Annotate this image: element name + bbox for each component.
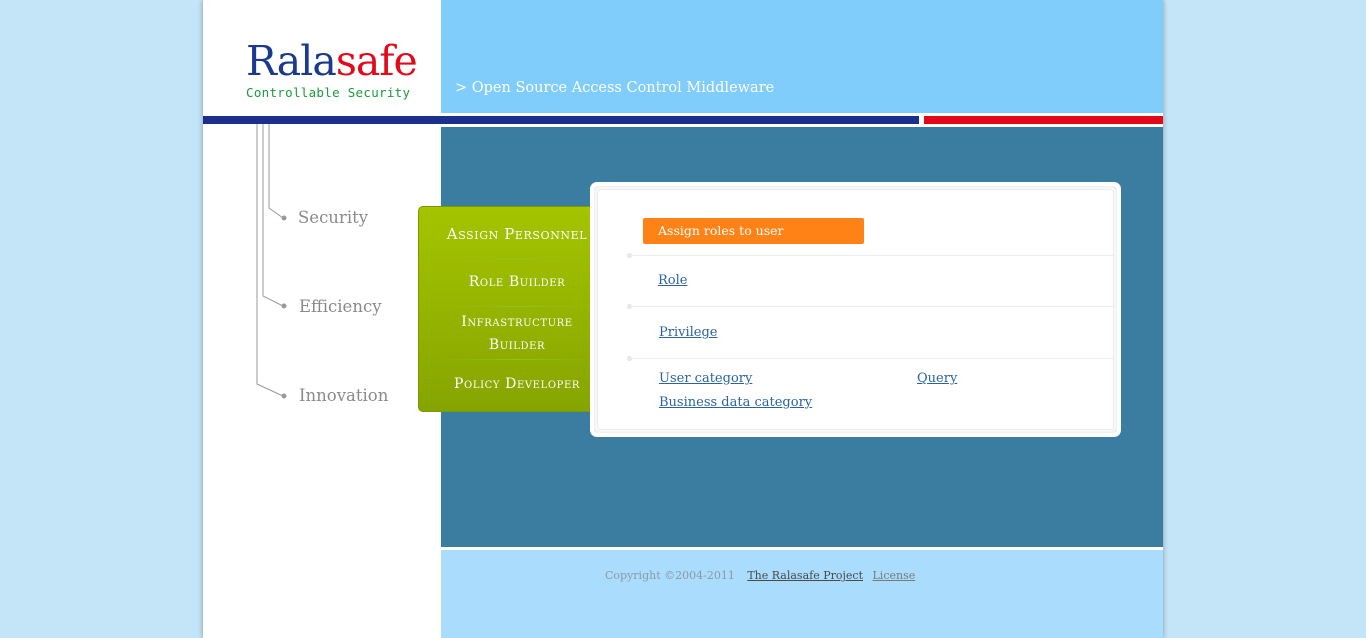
- menu-item-infrastructure-builder[interactable]: Infrastructure Builder: [419, 311, 615, 357]
- logo-tagline: Controllable Security: [246, 85, 411, 100]
- footer-area: [441, 550, 1163, 638]
- function-menu: Assign Personnel Role Builder Infrastruc…: [418, 206, 614, 412]
- left-sidebar: Security Efficiency Innovation: [203, 124, 441, 638]
- role-link[interactable]: Role: [658, 273, 687, 288]
- privilege-link[interactable]: Privilege: [659, 325, 718, 340]
- query-link[interactable]: Query: [917, 371, 957, 386]
- logo[interactable]: Ralasafe Controllable Security: [203, 0, 441, 116]
- header-stripe-blue: [203, 116, 919, 124]
- menu-item-role-builder[interactable]: Role Builder: [419, 271, 615, 294]
- ralasafe-project-link[interactable]: The Ralasafe Project: [747, 569, 863, 582]
- menu-separator: [439, 306, 595, 307]
- header-stripe-red: [924, 116, 1163, 124]
- nav-item-security: Security: [298, 208, 369, 227]
- menu-item-policy-developer[interactable]: Policy Developer: [419, 373, 615, 396]
- logo-wordmark-part2: safe: [335, 37, 418, 85]
- business-data-category-link[interactable]: Business data category: [659, 395, 812, 410]
- user-category-link[interactable]: User category: [659, 371, 752, 386]
- copyright-text: Copyright ©2004-2011: [605, 569, 735, 582]
- menu-separator: [439, 258, 595, 259]
- banner-slogan: > Open Source Access Control Middleware: [455, 80, 775, 96]
- assign-roles-to-user-button[interactable]: Assign roles to user: [643, 218, 864, 244]
- row-divider: [627, 358, 1113, 359]
- logo-wordmark: Ralasafe: [246, 37, 418, 85]
- header-banner: > Open Source Access Control Middleware: [441, 0, 1163, 113]
- footer-text: Copyright ©2004-2011 The Ralasafe Projec…: [605, 569, 915, 582]
- menu-item-assign-personnel[interactable]: Assign Personnel: [419, 223, 615, 246]
- menu-separator: [439, 359, 595, 360]
- logo-wordmark-part1: Rala: [246, 37, 337, 85]
- tree-lines-graphic: [256, 124, 287, 399]
- row-divider: [627, 255, 1113, 256]
- row-divider: [627, 306, 1113, 307]
- nav-item-innovation: Innovation: [299, 386, 389, 405]
- nav-item-efficiency: Efficiency: [299, 297, 382, 316]
- page-container: Ralasafe Controllable Security > Open So…: [203, 0, 1163, 638]
- license-link[interactable]: License: [873, 569, 916, 582]
